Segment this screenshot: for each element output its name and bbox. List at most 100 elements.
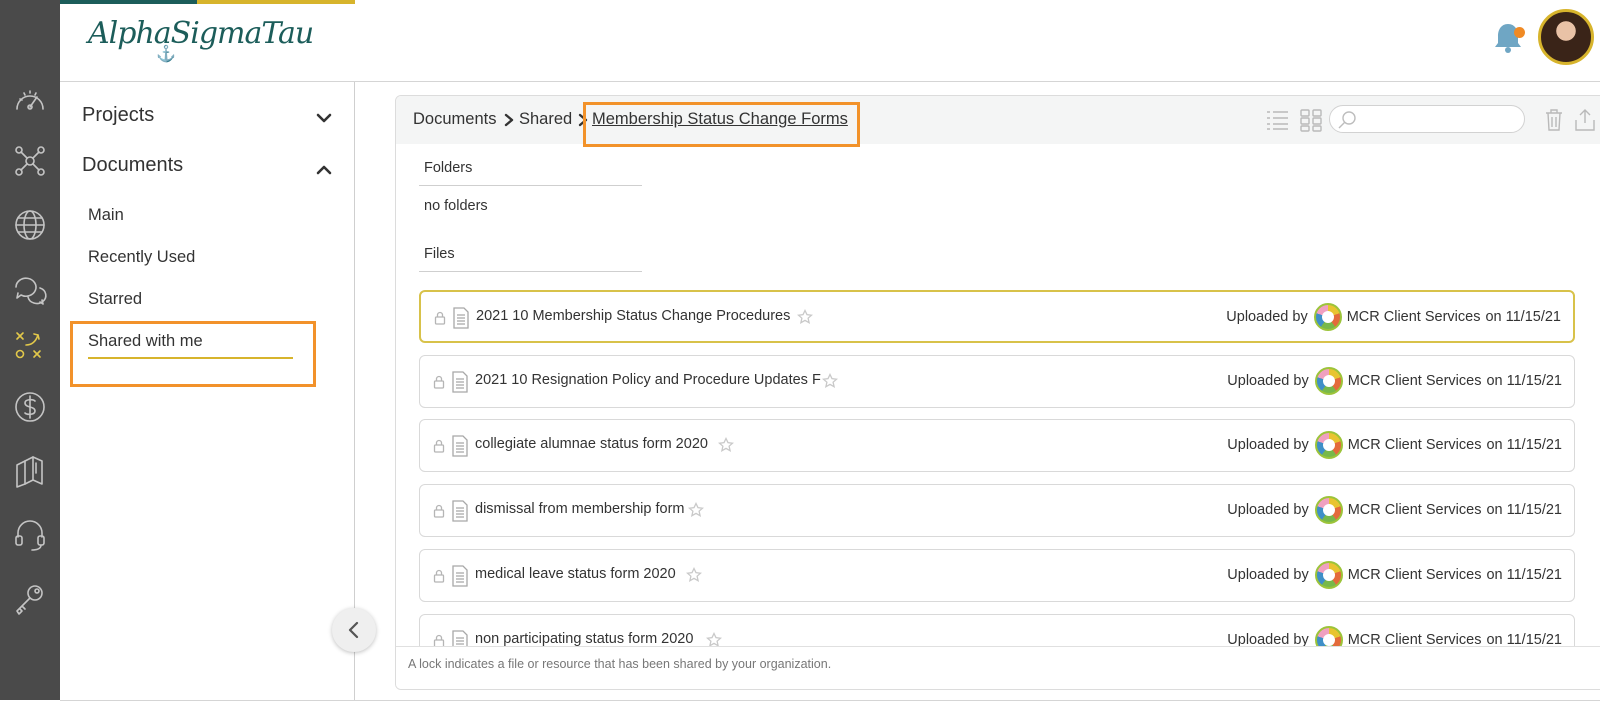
file-name[interactable]: 2021 10 Membership Status Change Procedu…	[476, 308, 790, 324]
uploader-name[interactable]: MCR Client Services	[1348, 437, 1482, 453]
globe-icon[interactable]	[8, 203, 52, 247]
chevron-left-icon	[348, 621, 359, 639]
file-meta: Uploaded by MCR Client Services on 11/15…	[1227, 428, 1562, 462]
trash-icon[interactable]	[1540, 106, 1568, 134]
file-meta: Uploaded by MCR Client Services on 11/15…	[1227, 364, 1562, 398]
uploaded-by-label: Uploaded by	[1227, 567, 1309, 583]
header-accent-teal	[60, 0, 197, 4]
anchor-icon: ⚓	[156, 44, 176, 63]
documents-panel: Documents Shared Membership Status Chang…	[395, 95, 1600, 690]
chevron-down-icon[interactable]	[316, 110, 332, 126]
breadcrumb-chevron-icon	[578, 113, 588, 127]
file-meta: Uploaded by MCR Client Services on 11/15…	[1226, 300, 1561, 334]
files-heading: Files	[424, 246, 455, 262]
search-box[interactable]	[1329, 105, 1525, 133]
upload-date: 11/15/21	[1506, 437, 1562, 453]
chat-bubbles-icon[interactable]	[8, 267, 52, 311]
lock-icon	[433, 569, 445, 583]
folders-divider	[419, 185, 642, 186]
lock-legend-text: A lock indicates a file or resource that…	[408, 657, 832, 671]
key-icon[interactable]	[8, 577, 52, 621]
bell-icon	[1495, 24, 1521, 53]
nav-item-shared-with-me[interactable]: Shared with me	[88, 332, 293, 359]
organization-avatar	[1314, 431, 1343, 459]
star-icon[interactable]	[687, 501, 705, 518]
user-avatar[interactable]	[1538, 9, 1594, 65]
strategy-icon[interactable]	[8, 323, 52, 367]
uploader-name[interactable]: MCR Client Services	[1348, 502, 1482, 518]
nav-section-documents[interactable]: Documents	[82, 154, 183, 177]
on-label: on	[1485, 309, 1502, 325]
grid-view-icon[interactable]	[1297, 106, 1325, 134]
file-row[interactable]: medical leave status form 2020 Uploaded …	[419, 549, 1575, 602]
lock-icon	[433, 375, 445, 389]
document-icon	[452, 307, 470, 329]
uploaded-by-label: Uploaded by	[1227, 502, 1309, 518]
lock-icon	[434, 311, 446, 325]
page-bottom-border	[60, 700, 1600, 701]
file-row[interactable]: dismissal from membership form Uploaded …	[419, 484, 1575, 537]
document-icon	[451, 371, 469, 393]
star-icon[interactable]	[796, 308, 814, 325]
on-label: on	[1486, 373, 1503, 389]
uploader-name[interactable]: MCR Client Services	[1348, 373, 1482, 389]
star-icon[interactable]	[821, 372, 839, 389]
breadcrumb-current-folder[interactable]: Membership Status Change Forms	[592, 110, 848, 129]
star-icon[interactable]	[685, 566, 703, 583]
on-label: on	[1486, 437, 1503, 453]
books-icon[interactable]	[8, 449, 52, 493]
upload-icon[interactable]	[1571, 106, 1599, 134]
document-icon	[451, 435, 469, 457]
collapse-sidebar-button[interactable]	[332, 608, 376, 652]
nav-item-starred[interactable]: Starred	[88, 290, 142, 309]
notification-dot	[1514, 27, 1525, 38]
top-header: AlphaSigmaTau ⚓	[60, 0, 1600, 82]
file-name[interactable]: dismissal from membership form	[475, 501, 685, 517]
upload-date: 11/15/21	[1506, 373, 1562, 389]
network-icon[interactable]	[8, 139, 52, 183]
nav-item-main[interactable]: Main	[88, 206, 124, 225]
upload-date: 11/15/21	[1505, 309, 1561, 325]
list-view-icon[interactable]	[1263, 106, 1291, 134]
header-accent-gold	[197, 0, 355, 4]
on-label: on	[1486, 567, 1503, 583]
brand-logo[interactable]: AlphaSigmaTau ⚓	[88, 16, 314, 63]
search-input[interactable]	[1360, 109, 1518, 129]
organization-avatar	[1314, 561, 1343, 589]
nav-item-recently-used[interactable]: Recently Used	[88, 248, 195, 267]
file-meta: Uploaded by MCR Client Services on 11/15…	[1227, 493, 1562, 527]
uploader-name[interactable]: MCR Client Services	[1348, 567, 1482, 583]
chevron-up-icon[interactable]	[316, 162, 332, 178]
organization-avatar	[1314, 496, 1343, 524]
breadcrumb-shared[interactable]: Shared	[519, 110, 572, 129]
notifications-button[interactable]	[1490, 20, 1526, 56]
files-divider	[419, 271, 642, 272]
logo-text: AlphaSigmaTau	[88, 16, 314, 51]
dollar-icon[interactable]	[8, 385, 52, 429]
lock-icon	[433, 504, 445, 518]
file-row[interactable]: 2021 10 Resignation Policy and Procedure…	[419, 355, 1575, 408]
uploader-name[interactable]: MCR Client Services	[1347, 309, 1481, 325]
organization-avatar	[1313, 303, 1342, 331]
breadcrumb-documents[interactable]: Documents	[413, 110, 496, 129]
lock-icon	[433, 439, 445, 453]
file-name[interactable]: 2021 10 Resignation Policy and Procedure…	[475, 372, 821, 388]
upload-date: 11/15/21	[1506, 502, 1562, 518]
document-icon	[451, 500, 469, 522]
headset-icon[interactable]	[8, 513, 52, 557]
nav-section-projects[interactable]: Projects	[82, 104, 154, 127]
file-name[interactable]: non participating status form 2020	[475, 631, 693, 647]
uploaded-by-label: Uploaded by	[1227, 437, 1309, 453]
speedometer-icon[interactable]	[8, 79, 52, 123]
star-icon[interactable]	[717, 436, 735, 453]
file-name[interactable]: medical leave status form 2020	[475, 566, 676, 582]
file-row[interactable]: 2021 10 Membership Status Change Procedu…	[419, 290, 1575, 343]
file-row[interactable]: collegiate alumnae status form 2020 Uplo…	[419, 419, 1575, 472]
on-label: on	[1486, 502, 1503, 518]
search-icon	[1336, 109, 1358, 131]
no-folders-text: no folders	[424, 198, 488, 214]
file-name[interactable]: collegiate alumnae status form 2020	[475, 436, 708, 452]
document-icon	[451, 565, 469, 587]
documents-sidebar: Projects Documents Main Recently Used St…	[60, 82, 355, 700]
organization-avatar	[1314, 367, 1343, 395]
